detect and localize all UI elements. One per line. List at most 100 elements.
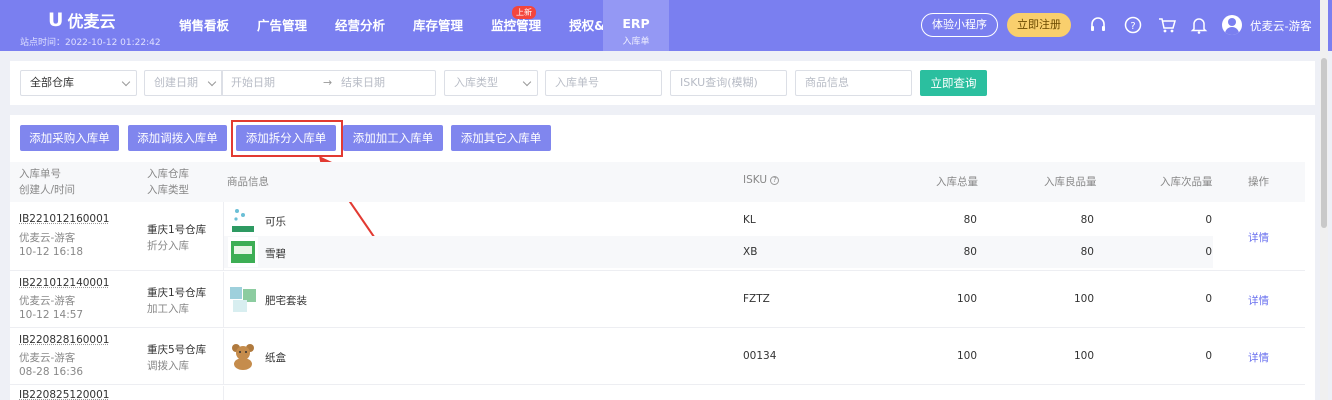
filter-panel: 全部仓库 创建日期 开始日期 → 结束日期 入库类型 入库单号 ISKU查询(模… xyxy=(10,61,1315,105)
col-total: 入库总量 xyxy=(936,174,978,189)
product-name: 可乐 xyxy=(265,214,286,229)
chevron-down-icon xyxy=(523,78,531,86)
nav-sales-dashboard[interactable]: 销售看板 xyxy=(165,0,243,51)
col-type: 入库类型 xyxy=(147,182,189,197)
product-thumbnail xyxy=(228,205,258,235)
col-good: 入库良品量 xyxy=(1044,174,1097,189)
col-ops: 操作 xyxy=(1248,174,1269,189)
product-name: 纸盒 xyxy=(265,350,286,365)
warehouse-select[interactable]: 全部仓库 xyxy=(20,70,137,96)
main-nav: 销售看板 广告管理 经营分析 库存管理 监控管理 授权&设置 xyxy=(165,0,644,51)
table-header: 入库单号 创建人/时间 入库仓库 入库类型 商品信息 ISKU ? 入库总量 入… xyxy=(10,162,1305,202)
site-time: 站点时间：2022-10-12 01:22:42 xyxy=(20,35,161,48)
creator: 优麦云-游客 xyxy=(19,350,75,365)
svg-text:?: ? xyxy=(1130,21,1135,32)
nav-ads[interactable]: 广告管理 xyxy=(243,0,321,51)
isku-search-input[interactable]: ISKU查询(模糊) xyxy=(670,70,787,96)
total-qty: 80 xyxy=(917,246,977,258)
detail-link[interactable]: 详情 xyxy=(1248,350,1269,365)
inbound-type: 折分入库 xyxy=(147,238,189,253)
product-info-input[interactable]: 商品信息 xyxy=(795,70,912,96)
product-thumbnail xyxy=(228,341,258,371)
date-type-select[interactable]: 创建日期 xyxy=(144,70,223,96)
highlight-box xyxy=(231,120,343,157)
user-avatar[interactable] xyxy=(1222,15,1242,35)
divider xyxy=(223,386,224,400)
total-qty: 80 xyxy=(917,214,977,226)
inbound-type-placeholder: 入库类型 xyxy=(454,76,498,89)
defect-qty: 0 xyxy=(1152,350,1212,362)
brand-logo[interactable]: U 优麦云 xyxy=(48,8,115,32)
info-icon[interactable]: ? xyxy=(770,176,779,185)
inbound-no-input[interactable]: 入库单号 xyxy=(545,70,662,96)
isku: KL xyxy=(743,214,756,226)
add-purchase-inbound-button[interactable]: 添加采购入库单 xyxy=(20,125,119,151)
col-isku-label: ISKU xyxy=(743,174,767,186)
warehouse-select-value: 全部仓库 xyxy=(30,76,74,89)
end-date-placeholder: 结束日期 xyxy=(341,71,385,95)
detail-link[interactable]: 详情 xyxy=(1248,230,1269,245)
add-other-inbound-button[interactable]: 添加其它入库单 xyxy=(451,125,551,151)
register-button[interactable]: 立即注册 xyxy=(1007,13,1071,37)
col-warehouse: 入库仓库 xyxy=(147,166,189,181)
divider xyxy=(223,272,224,328)
warehouse: 重庆1号仓库 xyxy=(147,222,206,237)
product-thumbnail xyxy=(228,284,258,314)
divider xyxy=(223,329,224,385)
good-qty: 100 xyxy=(1034,350,1094,362)
logo-icon: U xyxy=(48,9,63,31)
total-qty: 100 xyxy=(917,293,977,305)
nav-erp[interactable]: ERP 入库单 xyxy=(603,0,669,51)
order-no[interactable]: IB221012140001 xyxy=(19,277,109,289)
help-icon[interactable]: ? xyxy=(1123,15,1143,35)
inbound-type: 调拨入库 xyxy=(147,358,189,373)
table-row: IB220825120001 xyxy=(10,386,1305,400)
table-row: IB220828160001 优麦云-游客 08-28 16:36 重庆5号仓库… xyxy=(10,329,1305,385)
headset-icon[interactable] xyxy=(1088,15,1108,35)
defect-qty: 0 xyxy=(1152,246,1212,258)
top-navigation-bar: U 优麦云 站点时间：2022-10-12 01:22:42 销售看板 广告管理… xyxy=(0,0,1332,51)
product-name: 肥宅套装 xyxy=(265,293,307,308)
nav-analysis[interactable]: 经营分析 xyxy=(321,0,399,51)
detail-link[interactable]: 详情 xyxy=(1248,293,1269,308)
order-no[interactable]: IB220825120001 xyxy=(19,389,109,400)
bell-icon[interactable] xyxy=(1189,15,1209,35)
user-name[interactable]: 优麦云-游客 xyxy=(1250,18,1312,34)
total-qty: 100 xyxy=(917,350,977,362)
query-button[interactable]: 立即查询 xyxy=(920,70,987,96)
created-time: 10-12 14:57 xyxy=(19,309,83,321)
chevron-down-icon xyxy=(122,78,130,86)
col-defect: 入库次品量 xyxy=(1160,174,1213,189)
mini-program-button[interactable]: 体验小程序 xyxy=(921,13,998,37)
add-transfer-inbound-button[interactable]: 添加调拨入库单 xyxy=(128,125,227,151)
add-process-inbound-button[interactable]: 添加加工入库单 xyxy=(343,125,443,151)
isku: FZTZ xyxy=(743,293,770,305)
warehouse: 重庆1号仓库 xyxy=(147,285,206,300)
order-no[interactable]: IB221012160001 xyxy=(19,213,109,225)
inbound-type: 加工入库 xyxy=(147,301,189,316)
inbound-list-panel: 添加采购入库单 添加调拨入库单 添加拆分入库单 添加加工入库单 添加其它入库单 … xyxy=(10,115,1315,400)
cart-icon[interactable] xyxy=(1157,15,1177,35)
date-range-picker[interactable]: 开始日期 → 结束日期 xyxy=(221,70,436,96)
good-qty: 80 xyxy=(1034,246,1094,258)
good-qty: 80 xyxy=(1034,214,1094,226)
defect-qty: 0 xyxy=(1152,293,1212,305)
scrollbar-thumb[interactable] xyxy=(1321,58,1327,228)
col-order-no: 入库单号 xyxy=(19,166,61,181)
table-row: IB221012160001 优麦云-游客 10-12 16:18 重庆1号仓库… xyxy=(10,202,1305,271)
creator: 优麦云-游客 xyxy=(19,230,75,245)
order-no[interactable]: IB220828160001 xyxy=(19,334,109,346)
date-type-select-value: 创建日期 xyxy=(154,76,198,89)
good-qty: 100 xyxy=(1034,293,1094,305)
warehouse: 重庆5号仓库 xyxy=(147,342,206,357)
inbound-type-select[interactable]: 入库类型 xyxy=(444,70,538,96)
table-row: IB221012140001 优麦云-游客 10-12 14:57 重庆1号仓库… xyxy=(10,272,1305,328)
created-time: 10-12 16:18 xyxy=(19,246,83,258)
defect-qty: 0 xyxy=(1152,214,1212,226)
chevron-down-icon xyxy=(208,78,216,86)
col-product: 商品信息 xyxy=(227,174,269,189)
nav-erp-title: ERP xyxy=(603,16,669,31)
creator: 优麦云-游客 xyxy=(19,293,75,308)
divider xyxy=(223,202,224,271)
nav-inventory[interactable]: 库存管理 xyxy=(399,0,477,51)
